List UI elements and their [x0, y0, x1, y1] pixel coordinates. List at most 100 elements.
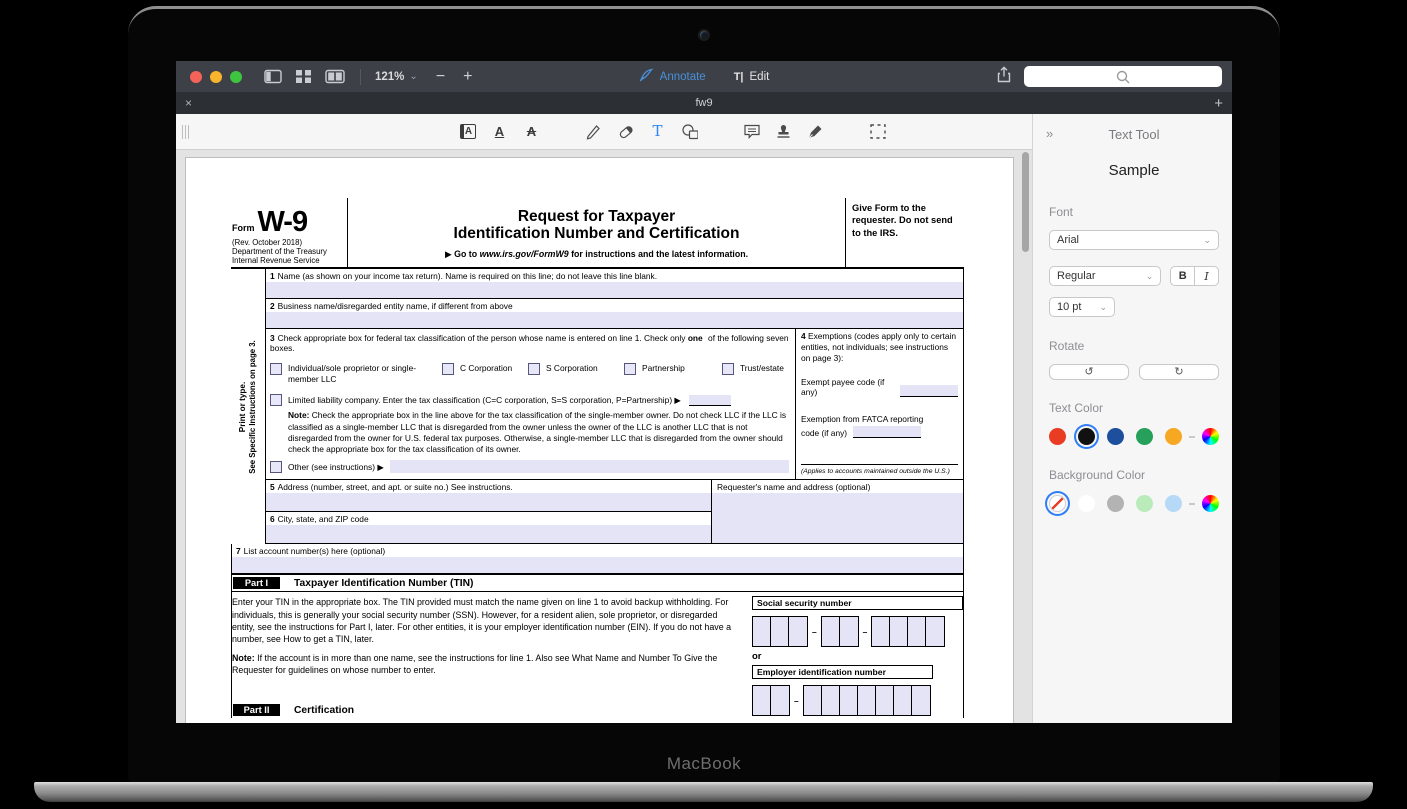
stamp-icon[interactable]	[775, 121, 792, 143]
field-llc-classification[interactable]	[689, 395, 731, 406]
zoom-window-button[interactable]	[230, 71, 242, 83]
select-rectangle-icon[interactable]	[869, 121, 886, 143]
color-swatch[interactable]	[1107, 495, 1124, 512]
text-tool-icon[interactable]: T	[649, 121, 666, 143]
eraser-icon[interactable]	[617, 121, 634, 143]
italic-button[interactable]: I	[1195, 267, 1218, 285]
field-city-state-zip-line6[interactable]	[266, 525, 711, 543]
tin-digit-cell[interactable]	[771, 686, 789, 715]
tax-class-option[interactable]: S Corporation	[528, 363, 624, 384]
underline-text-icon[interactable]: A	[491, 121, 508, 143]
two-page-view-icon[interactable]	[325, 69, 345, 84]
search-input[interactable]	[1024, 66, 1222, 87]
zoom-out-button[interactable]: −	[436, 69, 445, 85]
form-goto-line: ▶ Go to www.irs.gov/FormW9 for instructi…	[356, 249, 837, 260]
fatca-label-line2: code (if any)	[801, 428, 847, 438]
toolbar-drag-handle[interactable]	[182, 125, 189, 139]
highlight-text-icon[interactable]: A	[459, 121, 476, 143]
strikethrough-text-icon[interactable]: A	[523, 121, 540, 143]
tin-digit-cell[interactable]	[804, 686, 822, 715]
tin-digit-cell[interactable]	[908, 617, 926, 646]
field-account-numbers-line7[interactable]	[232, 557, 963, 573]
field-fatca-code[interactable]	[853, 426, 921, 438]
zoom-in-button[interactable]: +	[463, 69, 472, 85]
font-style-select[interactable]: Regular ⌄	[1049, 266, 1161, 286]
chevron-down-icon: ⌄	[1146, 271, 1154, 282]
tin-digit-cell[interactable]	[840, 617, 858, 646]
color-swatch[interactable]	[1078, 495, 1095, 512]
color-wheel-swatch[interactable]	[1202, 428, 1219, 445]
color-swatch[interactable]	[1165, 495, 1182, 512]
checkbox[interactable]	[722, 363, 734, 375]
new-tab-icon[interactable]: +	[1214, 95, 1223, 112]
tin-digit-cell[interactable]	[822, 686, 840, 715]
color-swatch[interactable]	[1136, 428, 1153, 445]
sidebar-view-icon[interactable]	[264, 69, 282, 84]
comment-icon[interactable]	[743, 121, 760, 143]
minimize-window-button[interactable]	[210, 71, 222, 83]
color-swatch[interactable]	[1049, 428, 1066, 445]
zoom-level-control[interactable]: 121% ⌄	[375, 71, 418, 83]
tax-class-option[interactable]: Individual/sole proprietor or single-mem…	[270, 363, 442, 384]
tin-digit-cell[interactable]	[771, 617, 789, 646]
tin-digit-cell[interactable]	[840, 686, 858, 715]
shapes-icon[interactable]	[681, 121, 698, 143]
tab-title[interactable]: fw9	[695, 97, 712, 109]
tin-dash: –	[863, 627, 868, 637]
thumbnails-view-icon[interactable]	[295, 69, 312, 84]
color-wheel-swatch[interactable]	[1202, 495, 1219, 512]
tin-digit-cell[interactable]	[872, 617, 890, 646]
color-swatch[interactable]	[1165, 428, 1182, 445]
share-icon[interactable]	[996, 66, 1012, 88]
tin-digit-cell[interactable]	[822, 617, 840, 646]
bold-button[interactable]: B	[1171, 267, 1195, 285]
tab-close-icon[interactable]: ×	[185, 96, 192, 110]
tax-class-option[interactable]: Trust/estate	[722, 363, 784, 384]
search-field[interactable]	[1024, 66, 1222, 87]
checkbox[interactable]	[270, 363, 282, 375]
signature-pen-icon[interactable]	[807, 121, 824, 143]
field-exempt-payee-code[interactable]	[900, 385, 958, 397]
color-swatch[interactable]	[1136, 495, 1153, 512]
line6-label: 6City, state, and ZIP code	[266, 512, 711, 525]
form-number: W-9	[258, 206, 308, 238]
tin-digit-cell[interactable]	[894, 686, 912, 715]
checkbox-other[interactable]	[270, 461, 282, 473]
font-size-select[interactable]: 10 pt ⌄	[1049, 297, 1115, 317]
color-swatch[interactable]	[1078, 428, 1095, 445]
field-name-line1[interactable]	[266, 282, 963, 298]
line5-label: 5Address (number, street, and apt. or su…	[266, 480, 711, 493]
rotate-left-button[interactable]: ↺	[1049, 364, 1129, 380]
color-swatch[interactable]	[1107, 428, 1124, 445]
tin-digit-cell[interactable]	[926, 617, 944, 646]
tax-class-option[interactable]: C Corporation	[442, 363, 528, 384]
tin-digit-cell[interactable]	[753, 686, 771, 715]
tin-digit-cell[interactable]	[789, 617, 807, 646]
tin-digit-cell[interactable]	[858, 686, 876, 715]
form-word: Form	[232, 223, 255, 233]
no-color-swatch[interactable]	[1049, 495, 1066, 512]
field-business-name-line2[interactable]	[266, 312, 963, 328]
checkbox[interactable]	[528, 363, 540, 375]
rotate-right-button[interactable]: ↻	[1139, 364, 1219, 380]
tax-class-option[interactable]: Partnership	[624, 363, 722, 384]
applies-note: (Applies to accounts maintained outside …	[801, 464, 958, 479]
tin-digit-cell[interactable]	[890, 617, 908, 646]
close-window-button[interactable]	[190, 71, 202, 83]
collapse-sidebar-icon[interactable]: »	[1046, 126, 1053, 141]
ein-label: Employer identification number	[752, 665, 933, 679]
checkbox[interactable]	[442, 363, 454, 375]
annotate-mode-button[interactable]: Annotate	[639, 68, 706, 85]
checkbox-llc[interactable]	[270, 394, 282, 406]
checkbox[interactable]	[624, 363, 636, 375]
tin-digit-cell[interactable]	[876, 686, 894, 715]
field-requester-name-address[interactable]	[712, 493, 963, 543]
edit-mode-button[interactable]: T| Edit	[734, 71, 770, 83]
vertical-scrollbar-thumb[interactable]	[1022, 152, 1029, 252]
tin-digit-cell[interactable]	[753, 617, 771, 646]
pen-icon[interactable]	[585, 121, 602, 143]
font-family-select[interactable]: Arial ⌄	[1049, 230, 1219, 250]
field-address-line5[interactable]	[266, 493, 711, 511]
tin-digit-cell[interactable]	[912, 686, 930, 715]
field-other[interactable]	[390, 460, 789, 473]
